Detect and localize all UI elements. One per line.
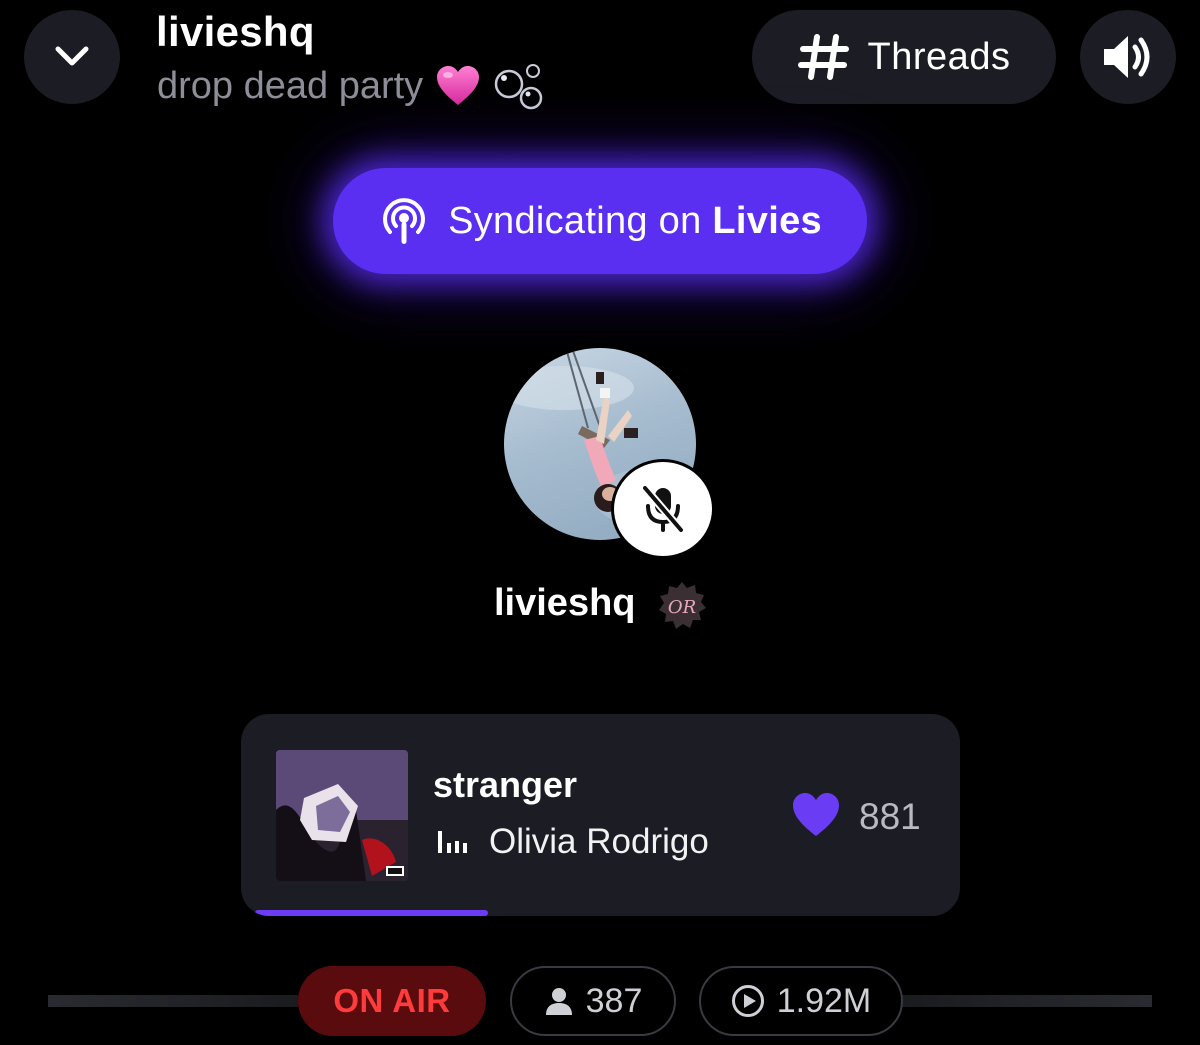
or-badge-icon: OR [659, 582, 706, 629]
song-progress [241, 910, 960, 916]
equalizer-icon [438, 831, 467, 853]
play-circle-icon [731, 985, 764, 1017]
artist-row: Olivia Rodrigo [437, 822, 709, 862]
divider-left [48, 995, 298, 1007]
hashtag-icon [797, 34, 849, 80]
artist-name: Olivia Rodrigo [489, 822, 709, 861]
now-playing-card[interactable]: stranger Olivia Rodrigo 881 [241, 714, 960, 916]
pink-heart-emoji-icon [437, 66, 480, 105]
room-title: livieshq [156, 8, 315, 55]
podcast-broadcast-icon [383, 198, 426, 244]
sound-toggle-button[interactable] [1080, 10, 1176, 104]
play-count: 1.92M [776, 981, 872, 1020]
on-air-badge: ON AIR [298, 966, 486, 1036]
song-title: stranger [433, 764, 578, 805]
syndication-prefix: Syndicating on [448, 199, 713, 242]
like-button[interactable] [791, 792, 841, 843]
on-air-label: ON AIR [333, 982, 451, 1019]
bubbles-emoji-icon [494, 64, 543, 110]
person-icon [545, 988, 572, 1015]
collapse-button[interactable] [24, 10, 120, 104]
syndication-pill[interactable]: Syndicating on Livies [333, 168, 867, 274]
speaker-volume-icon [1104, 36, 1150, 78]
mic-off-icon [641, 484, 685, 534]
album-cover-image [276, 750, 408, 881]
host-verified-badge: OR [656, 580, 708, 632]
like-count: 881 [859, 796, 921, 837]
plays-pill[interactable]: 1.92M [699, 966, 903, 1036]
threads-button[interactable]: Threads [752, 10, 1056, 104]
listener-count: 387 [585, 981, 643, 1020]
mic-muted-badge [614, 462, 712, 556]
heart-icon [793, 793, 839, 836]
song-progress-fill [255, 910, 488, 916]
room-subtitle-text: drop dead party [157, 64, 424, 107]
divider-right [902, 995, 1152, 1007]
chevron-down-icon [55, 46, 89, 66]
listeners-pill[interactable]: 387 [510, 966, 676, 1036]
syndication-text: Syndicating on Livies [448, 200, 822, 243]
badge-text: OR [668, 597, 696, 618]
host-name[interactable]: livieshq [494, 582, 636, 625]
room-subtitle: drop dead party [157, 62, 545, 110]
syndication-platform: Livies [712, 199, 822, 242]
threads-label: Threads [867, 35, 1011, 78]
album-art [276, 750, 408, 881]
